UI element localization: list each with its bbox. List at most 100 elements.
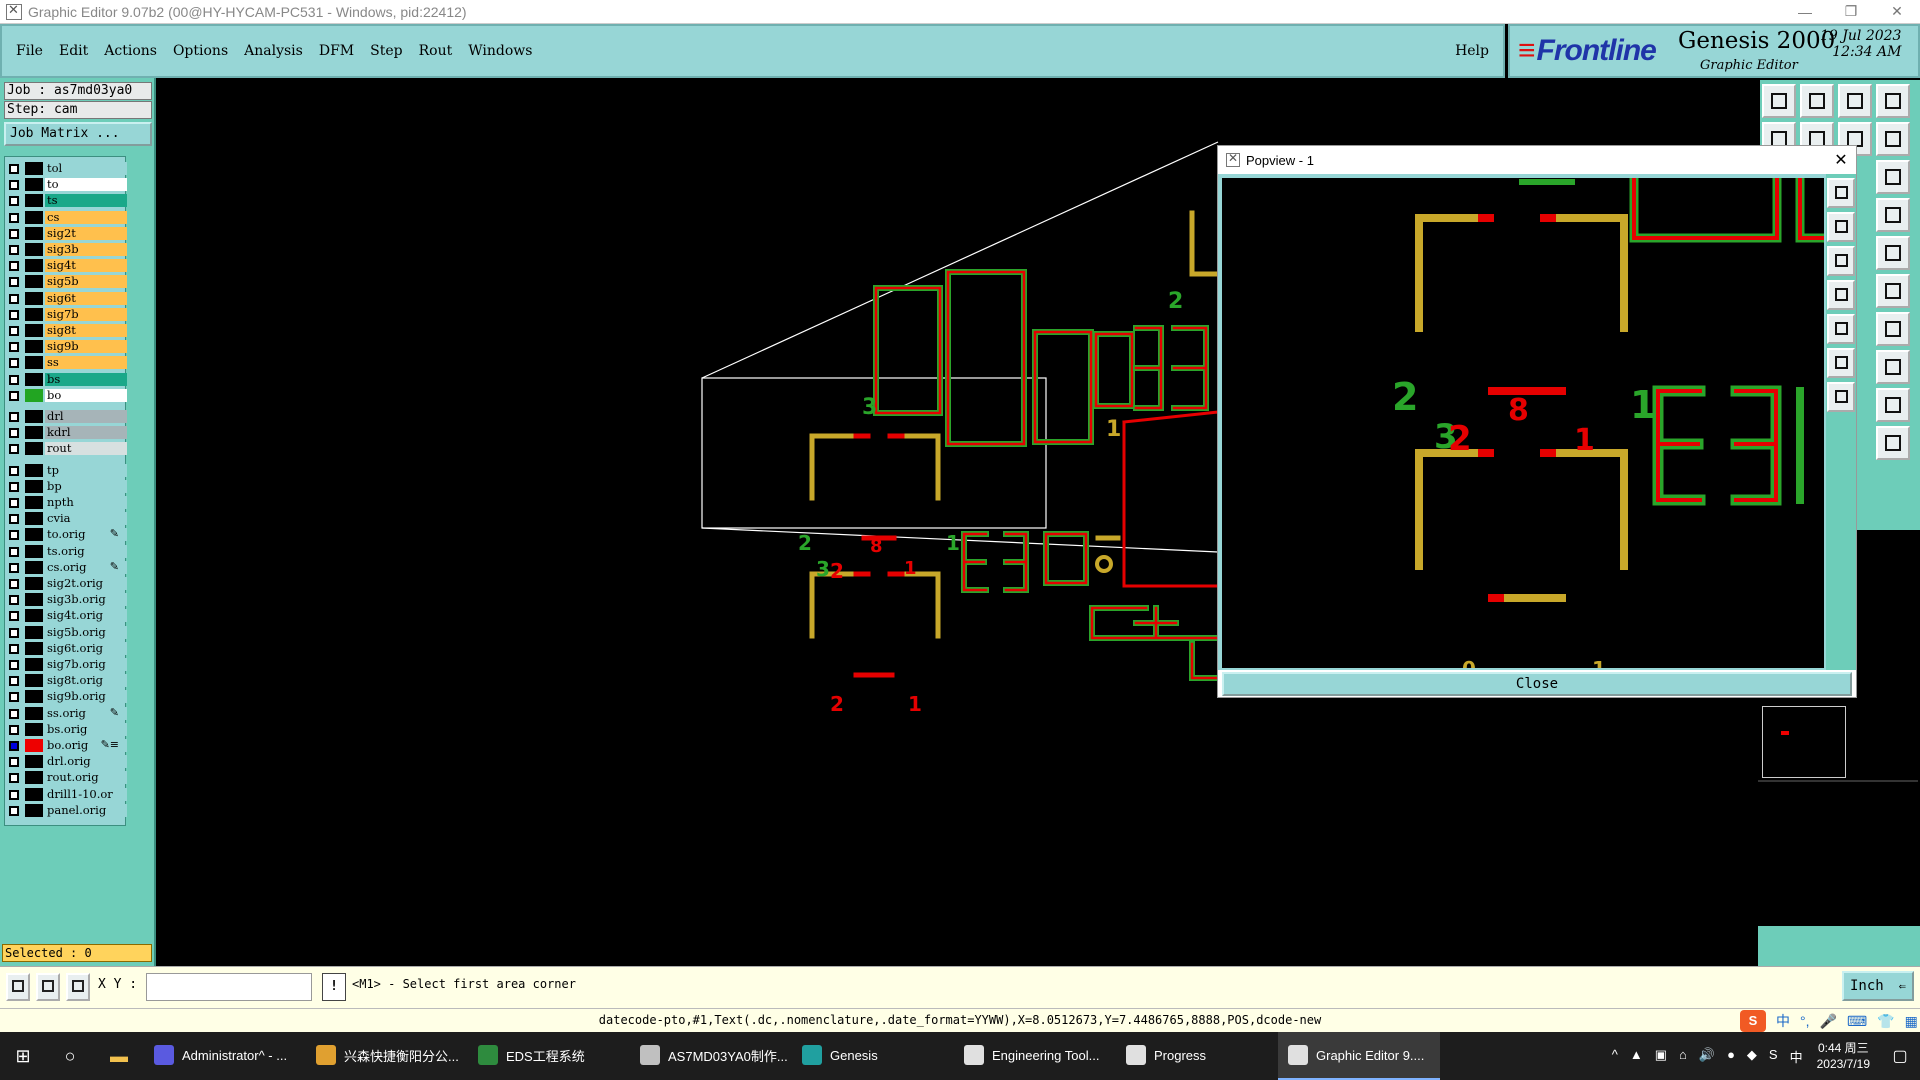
layer-color-swatch[interactable] — [25, 275, 43, 289]
taskbar-app[interactable]: Progress — [1116, 1032, 1278, 1080]
layer-checkbox[interactable] — [9, 309, 19, 320]
tool-help-button[interactable] — [1876, 160, 1910, 194]
layer-name[interactable]: sig3b.orig — [45, 593, 127, 607]
layer-row[interactable]: sig4t — [5, 258, 127, 273]
layer-color-swatch[interactable] — [25, 787, 43, 801]
layer-row[interactable]: rout.orig — [5, 770, 127, 785]
layer-color-swatch[interactable] — [25, 674, 43, 688]
menu-actions[interactable]: Actions — [104, 43, 157, 59]
layer-name[interactable]: sig7b.orig — [45, 658, 127, 671]
layer-checkbox[interactable] — [9, 261, 19, 272]
layer-name[interactable]: rout — [45, 442, 127, 456]
layer-color-swatch[interactable] — [25, 340, 43, 354]
layer-row[interactable]: panel.orig — [5, 803, 127, 818]
layer-row[interactable]: sig3b — [5, 242, 127, 257]
layer-name[interactable]: sig9b.orig — [45, 690, 127, 704]
layer-color-swatch[interactable] — [25, 463, 43, 477]
layer-name[interactable]: sig6t.orig — [45, 641, 127, 655]
layer-name[interactable]: bp — [45, 479, 127, 493]
layer-color-swatch[interactable] — [25, 479, 43, 493]
layer-row[interactable]: sig7b.orig — [5, 657, 127, 672]
layer-name[interactable]: sig8t.orig — [45, 674, 127, 688]
layer-checkbox[interactable] — [9, 481, 19, 492]
layer-row[interactable]: sig3b.orig — [5, 592, 127, 607]
layer-row[interactable]: tp — [5, 463, 127, 478]
tray-icon[interactable]: ▣ — [1655, 1047, 1667, 1066]
layer-row[interactable]: sig6t.orig — [5, 641, 127, 656]
taskbar-app[interactable]: EDS工程系统 — [468, 1032, 630, 1080]
layer-row[interactable]: ss — [5, 355, 127, 370]
notification-icon[interactable]: ▢ — [1880, 1046, 1920, 1066]
layer-checkbox[interactable] — [9, 546, 19, 557]
layer-checkbox[interactable] — [9, 789, 19, 800]
layer-row[interactable]: ts — [5, 193, 127, 208]
layer-checkbox[interactable] — [9, 805, 19, 816]
layer-checkbox[interactable] — [9, 643, 19, 654]
layer-checkbox[interactable] — [9, 390, 19, 401]
layer-checkbox[interactable] — [9, 741, 19, 751]
layer-row[interactable]: drl — [5, 409, 127, 424]
layer-color-swatch[interactable] — [25, 410, 43, 423]
sogou-ime-icon[interactable]: S — [1740, 1010, 1766, 1032]
layer-name[interactable]: bs — [45, 372, 127, 386]
popview-canvas[interactable]: 2 1 3 2 8 1 0 1 — [1222, 178, 1824, 668]
layer-color-swatch[interactable] — [25, 388, 43, 402]
layer-color-swatch[interactable] — [25, 442, 43, 456]
layer-row[interactable]: cs — [5, 210, 127, 225]
taskbar-app[interactable]: 兴森快捷衡阳分公... — [306, 1032, 468, 1080]
ime-skin-icon[interactable]: 👕 — [1877, 1013, 1894, 1030]
tool-shape-button[interactable] — [1876, 350, 1910, 384]
layer-name[interactable]: drl.orig — [45, 755, 127, 769]
layer-row[interactable]: sig9b — [5, 339, 127, 354]
menu-file[interactable]: File — [16, 43, 43, 59]
units-dropdown[interactable]: Inch ⇐ — [1842, 971, 1914, 1001]
layer-checkbox[interactable] — [9, 724, 19, 735]
layer-name[interactable]: sig5b — [45, 275, 127, 289]
layer-name[interactable]: sig4t.orig — [45, 609, 127, 623]
layer-name[interactable]: bs.orig — [45, 722, 127, 736]
restore-button[interactable]: ❐ — [1828, 3, 1874, 20]
close-button[interactable]: ✕ — [1874, 3, 1920, 20]
tool-net-button[interactable] — [1876, 274, 1910, 308]
layer-checkbox[interactable] — [9, 514, 19, 525]
layer-row[interactable]: sig5b — [5, 274, 127, 289]
start-button[interactable]: ⊞ — [0, 1032, 46, 1080]
layer-name[interactable]: sig2t.orig — [45, 577, 127, 590]
layer-row[interactable]: tol — [5, 161, 127, 176]
layer-checkbox[interactable] — [9, 627, 19, 638]
layer-name[interactable]: sig8t — [45, 324, 127, 337]
tray-icon[interactable]: ◆ — [1747, 1047, 1757, 1066]
layer-checkbox[interactable] — [9, 595, 19, 606]
layer-color-swatch[interactable] — [25, 641, 43, 655]
taskbar-app[interactable]: Administrator^ - ... — [144, 1032, 306, 1080]
tray-icon[interactable]: 🔊 — [1699, 1047, 1715, 1066]
layer-checkbox[interactable] — [9, 277, 19, 288]
layer-checkbox[interactable] — [9, 164, 19, 174]
layer-color-swatch[interactable] — [25, 544, 43, 558]
layer-color-swatch[interactable] — [25, 803, 43, 817]
layer-row[interactable]: sig7b — [5, 307, 127, 322]
taskbar-app[interactable]: AS7MD03YA0制作... — [630, 1032, 792, 1080]
layer-row[interactable]: sig2t — [5, 226, 127, 241]
layer-name[interactable]: cvia — [45, 512, 127, 526]
layer-checkbox[interactable] — [9, 757, 19, 768]
tool-select-button[interactable] — [1876, 426, 1910, 460]
ime-language-icon[interactable]: 中 — [1776, 1011, 1790, 1031]
layer-color-swatch[interactable] — [25, 739, 43, 752]
layer-color-swatch[interactable] — [25, 577, 43, 590]
layer-checkbox[interactable] — [9, 180, 19, 191]
layer-checkbox[interactable] — [9, 293, 19, 304]
layer-color-swatch[interactable] — [25, 755, 43, 769]
layer-checkbox[interactable] — [9, 708, 19, 719]
clock[interactable]: 0:44 周三 2023/7/19 — [1817, 1040, 1870, 1072]
ime-punctuation-icon[interactable]: °, — [1800, 1013, 1810, 1029]
layer-name[interactable]: tp — [45, 463, 127, 477]
search-icon[interactable]: ○ — [46, 1032, 94, 1080]
popview-zoom-button[interactable] — [1827, 178, 1855, 208]
layer-color-swatch[interactable] — [25, 706, 43, 720]
menu-rout[interactable]: Rout — [419, 43, 453, 59]
cmd-snap-button[interactable] — [6, 973, 30, 1001]
layer-color-swatch[interactable] — [25, 356, 43, 370]
layer-checkbox[interactable] — [9, 428, 19, 439]
layer-checkbox[interactable] — [9, 358, 19, 369]
